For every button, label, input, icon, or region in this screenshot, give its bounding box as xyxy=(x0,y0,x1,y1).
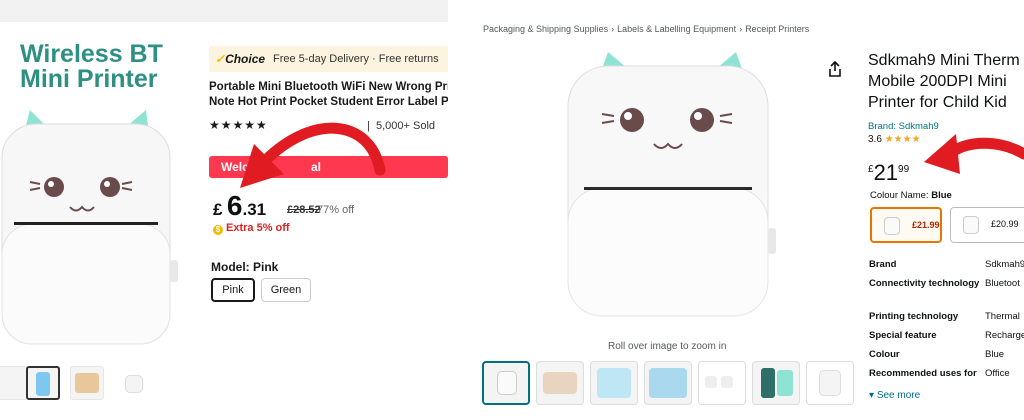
welcome-deal-banner[interactable]: Welc al xyxy=(209,156,448,178)
breadcrumb: Packaging & Shipping Supplies › Labels & L… xyxy=(483,24,810,34)
hero-image[interactable]: Wireless BT Mini Printer xyxy=(0,30,200,360)
model-option-green[interactable]: Green xyxy=(261,278,311,302)
price-whole: 6 xyxy=(226,190,243,221)
thumbnail[interactable] xyxy=(70,366,104,400)
welcome-text: Welc xyxy=(221,160,249,174)
welcome-text-tail: al xyxy=(311,160,322,174)
zoom-hint: Roll over image to zoom in xyxy=(608,341,727,352)
hero-title-line2: Mini Printer xyxy=(20,65,158,93)
breadcrumb-item[interactable]: Packaging & Shipping Supplies xyxy=(483,24,608,34)
hero-title: Wireless BT Mini Printer xyxy=(20,42,163,92)
thumbnail-selected[interactable] xyxy=(482,361,530,405)
choice-banner[interactable]: ✓Choice Free 5-day Delivery · Free retur… xyxy=(209,46,448,72)
thumbnail-strip xyxy=(0,366,200,410)
thumbnail[interactable] xyxy=(806,361,854,405)
star-icon: ★★★★ xyxy=(884,134,921,145)
thumbnail[interactable] xyxy=(644,361,692,405)
thumbnail[interactable] xyxy=(536,361,584,405)
sold-count: | 5,000+ Sold xyxy=(367,120,436,132)
price-fraction: 99 xyxy=(898,164,910,175)
thumbnail[interactable] xyxy=(752,361,800,405)
see-more-link[interactable]: ▾ See more xyxy=(869,390,920,401)
price: £ 6.31 xyxy=(213,190,266,222)
printer-image xyxy=(1,110,178,345)
delivery-text: Free 5-day Delivery · Free returns xyxy=(273,53,439,65)
breadcrumb-item[interactable]: Labels & Labelling Equipment xyxy=(617,24,736,34)
aliexpress-panel: Wireless BT Mini Printer ✓Choice Free 5-… xyxy=(0,0,448,420)
thumbnail[interactable] xyxy=(0,366,28,400)
top-bar xyxy=(0,0,448,22)
colour-swatch-alt[interactable]: £20.99 xyxy=(950,207,1024,243)
swatch-price: £21.99 xyxy=(912,220,940,230)
choice-badge: ✓Choice xyxy=(215,52,266,66)
thumbnail-selected[interactable] xyxy=(26,366,60,400)
price-fraction: .31 xyxy=(242,200,267,219)
price: £2199 xyxy=(868,160,909,186)
breadcrumb-item[interactable]: Receipt Printers xyxy=(745,24,809,34)
thumbnail[interactable] xyxy=(116,366,150,400)
swatch-thumbnail xyxy=(884,217,900,235)
product-title-line1: Sdkmah9 Mini Therm xyxy=(868,52,1020,69)
price-whole: 21 xyxy=(873,160,899,185)
colour-swatch-blue[interactable]: £21.99 xyxy=(870,207,942,243)
brand-link[interactable]: Brand: Sdkmah9 xyxy=(868,121,939,132)
colour-label: Colour Name: Blue xyxy=(870,190,952,201)
product-title-line2: Mobile 200DPI Mini xyxy=(868,73,1007,90)
thumbnail[interactable] xyxy=(698,361,746,405)
extra-discount[interactable]: $ Extra 5% off xyxy=(213,222,290,235)
discount-percent: 77% off xyxy=(317,204,355,216)
product-title-line2: Note Hot Print Pocket Student Error Labe… xyxy=(209,96,448,108)
price-currency: £ xyxy=(213,200,223,219)
hero-title-line1: Wireless BT xyxy=(20,40,163,68)
coin-icon: $ xyxy=(213,225,223,235)
star-icon: ✓ xyxy=(215,52,226,66)
product-title-line1: Portable Mini Bluetooth WiFi New Wrong P… xyxy=(209,81,448,93)
product-title: Portable Mini Bluetooth WiFi New Wrong P… xyxy=(209,80,448,110)
swatch-thumbnail xyxy=(963,216,979,234)
main-product-image[interactable] xyxy=(562,48,782,338)
share-icon[interactable] xyxy=(826,60,844,78)
thumbnail[interactable] xyxy=(590,361,638,405)
old-price: £28.52 xyxy=(287,204,321,216)
swatch-price: £20.99 xyxy=(991,219,1019,229)
rating-stars[interactable]: ★★★★★ xyxy=(209,118,268,132)
model-label: Model: Pink xyxy=(211,260,279,274)
model-option-pink[interactable]: Pink xyxy=(211,278,255,302)
rating[interactable]: 3.6 ★★★★ xyxy=(868,134,921,145)
product-title-line3: Printer for Child Kid xyxy=(868,94,1007,111)
rating-value: 3.6 xyxy=(868,134,882,145)
thumbnail-strip xyxy=(482,361,854,407)
amazon-panel: Packaging & Shipping Supplies › Labels & L… xyxy=(472,0,1024,420)
product-title: Sdkmah9 Mini Therm Mobile 200DPI Mini Pr… xyxy=(868,50,1024,113)
